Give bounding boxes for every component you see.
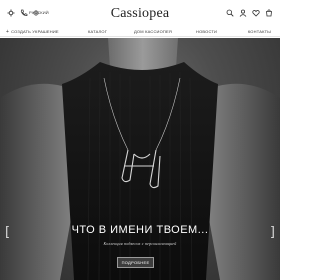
hero-title: ЧТО В ИМЕНИ ТВОЕМ... [71,224,209,236]
top-bar: РУССКИЙ Cassiopea [0,0,280,28]
cart-icon[interactable] [265,9,273,17]
nav-catalog[interactable]: КАТАЛОГ [88,29,107,34]
plus-icon: + [6,28,10,35]
nav-cassiopeia-house[interactable]: ДОМ КАССИОПЕЯ [134,29,172,34]
hero-banner: [ ] ЧТО В ИМЕНИ ТВОЕМ... Коллекция подве… [0,38,280,280]
heart-icon[interactable] [252,9,260,17]
nav-news[interactable]: НОВОСТИ [196,29,217,34]
nav-contacts[interactable]: КОНТАКТЫ [248,29,271,34]
nav-create-jewelry[interactable]: + СОЗДАТЬ УКРАШЕНИЕ [6,29,59,34]
more-button[interactable]: ПОДРОБНЕЕ [117,257,154,268]
search-icon[interactable] [226,9,234,17]
hero-subtitle: Коллекция подвесок с персонализацией [103,241,177,246]
top-right-icons [226,9,273,17]
nav-create-label: СОЗДАТЬ УКРАШЕНИЕ [11,29,59,34]
main-nav: + СОЗДАТЬ УКРАШЕНИЕ КАТАЛОГ ДОМ КАССИОПЕ… [0,28,280,37]
user-icon[interactable] [239,9,247,17]
